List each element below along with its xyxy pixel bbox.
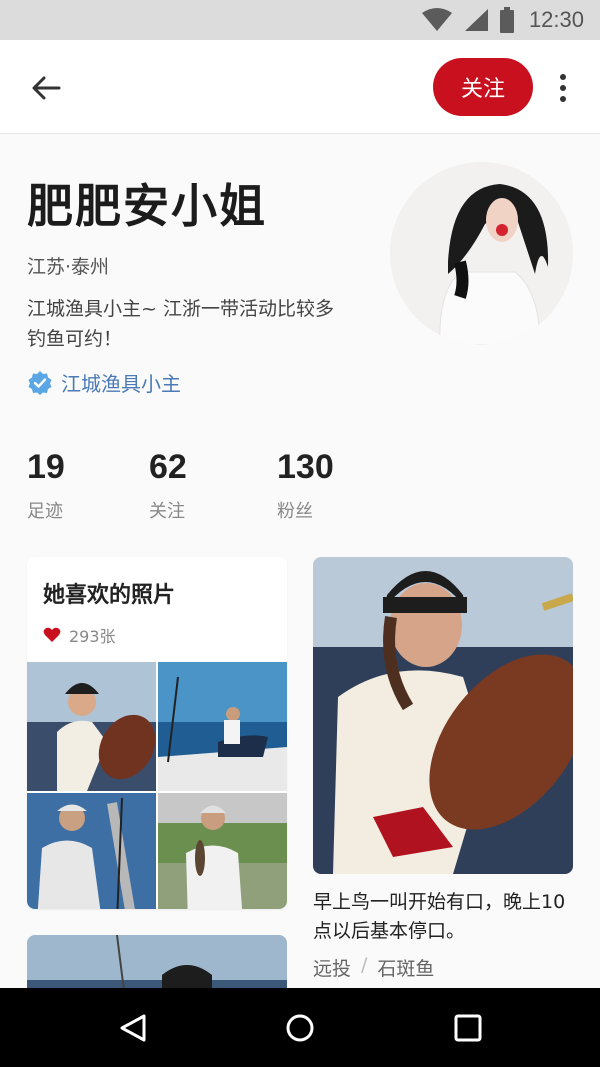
verified-badge-icon: [28, 370, 52, 395]
post-tag[interactable]: 远投: [313, 954, 351, 981]
stat-followers[interactable]: 130 粉丝: [277, 448, 397, 523]
nav-home-button[interactable]: [280, 1008, 320, 1048]
stat-footprints[interactable]: 19 足迹: [27, 448, 149, 523]
photo-thumbnail[interactable]: [27, 793, 156, 909]
stat-value: 130: [277, 448, 334, 486]
liked-photos-title: 她喜欢的照片: [43, 583, 176, 608]
post-card[interactable]: 早上鸟一叫开始有口，晚上10点以后基本停口。 远投 / 石斑鱼: [313, 557, 573, 988]
content-feed: 她喜欢的照片 293张 早上鸟一叫开始有口，晚上10点以后基本停口。 远投 / …: [0, 544, 600, 988]
more-options-button[interactable]: [548, 68, 578, 108]
battery-icon: [499, 7, 514, 33]
signal-icon: [464, 9, 488, 31]
liked-photos-grid: [27, 662, 287, 909]
post-image: [313, 557, 573, 874]
back-button[interactable]: [26, 68, 66, 108]
status-time: 12:30: [528, 7, 584, 32]
stat-label: 足迹: [27, 501, 63, 522]
stat-value: 19: [27, 448, 65, 486]
liked-count-label: 293张: [69, 627, 116, 646]
nav-back-button[interactable]: [113, 1008, 153, 1048]
photo-thumbnail[interactable]: [158, 662, 287, 791]
photo-thumbnail[interactable]: [158, 793, 287, 909]
profile-stats: 19 足迹 62 关注 130 粉丝: [27, 448, 397, 523]
photo-card[interactable]: [27, 935, 287, 988]
system-nav-bar: [0, 988, 600, 1067]
back-triangle-icon: [120, 1014, 146, 1042]
tag-separator: /: [361, 954, 368, 976]
verified-badge[interactable]: 江城渔具小主: [27, 368, 181, 397]
stat-value: 62: [149, 448, 187, 486]
profile-name: 肥肥安小姐: [27, 179, 267, 233]
heart-icon: [43, 627, 61, 642]
verified-label: 江城渔具小主: [61, 372, 181, 396]
profile-header: 肥肥安小姐 江苏·泰州 江城渔具小主~ 江浙一带活动比较多钓鱼可约！ 江城渔具小…: [0, 134, 600, 544]
status-bar: 12:30: [0, 0, 600, 40]
arrow-left-icon: [32, 76, 61, 100]
post-tag[interactable]: 石斑鱼: [377, 954, 434, 981]
profile-location: 江苏·泰州: [27, 256, 110, 278]
post-tags: 远投 / 石斑鱼: [313, 954, 573, 981]
avatar[interactable]: [390, 162, 573, 345]
nav-recents-button[interactable]: [448, 1008, 488, 1048]
liked-photos-count: 293张: [43, 623, 116, 647]
status-icons: 12:30: [421, 0, 584, 40]
photo-thumbnail[interactable]: [27, 662, 156, 791]
avatar-photo: [390, 162, 573, 345]
more-vertical-icon: [560, 74, 566, 80]
app-bar: 关注: [0, 40, 600, 134]
wifi-icon: [421, 8, 452, 31]
post-text: 早上鸟一叫开始有口，晚上10点以后基本停口。: [313, 891, 566, 942]
stat-label: 关注: [149, 501, 185, 522]
profile-bio: 江城渔具小主~ 江浙一带活动比较多钓鱼可约！: [27, 298, 334, 350]
stat-label: 粉丝: [277, 501, 313, 522]
home-circle-icon: [286, 1014, 314, 1042]
liked-photos-card[interactable]: 她喜欢的照片 293张: [27, 557, 287, 909]
recents-square-icon: [454, 1014, 482, 1042]
stat-following[interactable]: 62 关注: [149, 448, 277, 523]
follow-button[interactable]: 关注: [433, 58, 533, 116]
